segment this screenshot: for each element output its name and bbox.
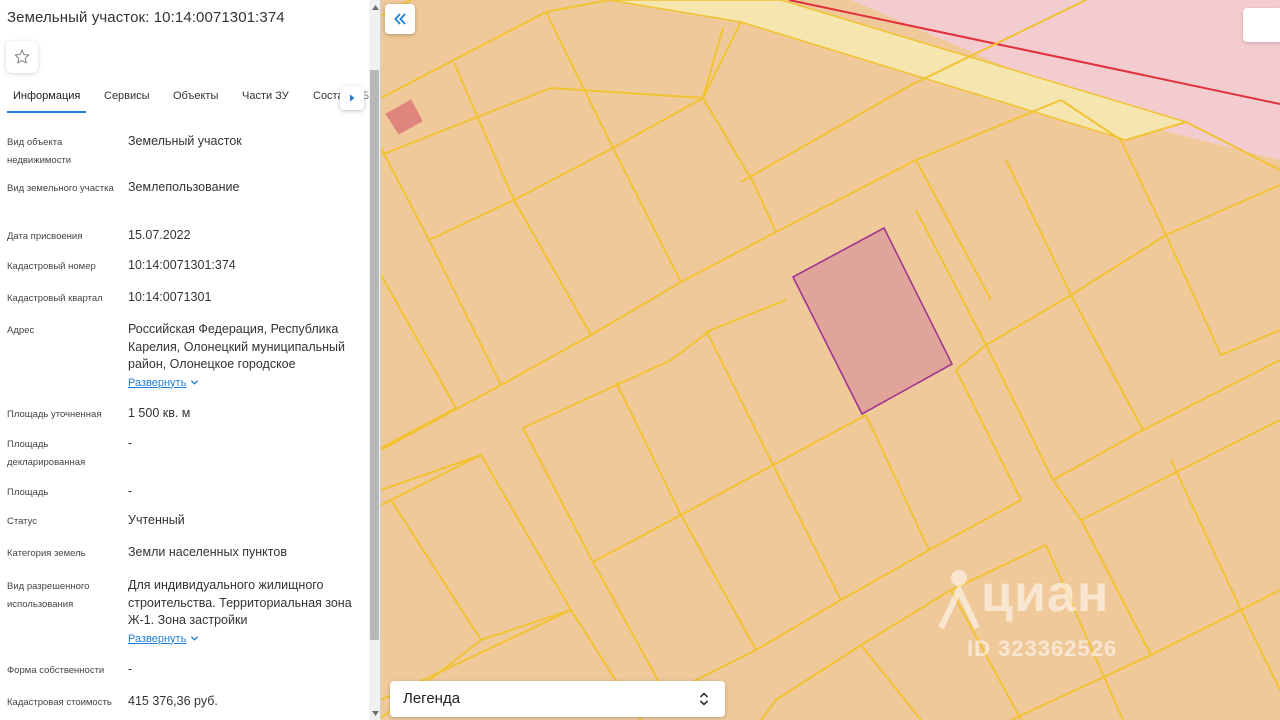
field-label: Статус	[7, 516, 38, 527]
field-value: -	[128, 662, 133, 676]
expand-label: Развернуть	[128, 632, 187, 645]
scroll-up-arrow-icon[interactable]	[369, 2, 380, 12]
field-label: Кадастровый номер	[7, 261, 96, 272]
collapse-panel-button[interactable]	[385, 4, 415, 34]
scrollbar-thumb[interactable]	[370, 70, 379, 640]
field-label: Дата присвоения	[7, 231, 83, 242]
watermark-brand: циан	[981, 565, 1110, 623]
field-value: 10:14:0071301	[128, 290, 212, 304]
field-label: Кадастровая стоимость	[7, 697, 112, 708]
active-tab-indicator	[7, 111, 86, 113]
legend-dropdown[interactable]: Легенда	[390, 681, 725, 717]
star-icon	[14, 49, 30, 64]
field-value: Российская Федерация, Республика Карелия…	[128, 322, 346, 371]
address-expand-link[interactable]: Развернуть	[128, 375, 360, 391]
field-value: -	[128, 436, 133, 450]
field-value: -	[128, 484, 133, 498]
field-value: Земли населенных пунктов	[128, 545, 287, 559]
chevron-down-icon	[191, 380, 199, 385]
tab-services[interactable]: Сервисы	[104, 90, 150, 102]
chevron-up-down-icon	[699, 692, 709, 706]
field-value: 1 500 кв. м	[128, 406, 191, 420]
field-label: Площадь уточненная	[7, 409, 102, 420]
expand-label: Развернуть	[128, 376, 187, 389]
tab-objects[interactable]: Объекты	[173, 90, 218, 102]
permitted-use-expand-link[interactable]: Развернуть	[128, 631, 360, 647]
field-label: Вид земельного участка	[7, 183, 114, 194]
tab-composition[interactable]: Соста	[313, 90, 344, 102]
tab-bar: Информация Сервисы Объекты Части ЗУ Сост…	[0, 86, 368, 114]
panel-scrollbar[interactable]	[369, 0, 380, 720]
tab-information[interactable]: Информация	[13, 90, 80, 102]
highlighted-small-parcel[interactable]	[385, 99, 423, 135]
field-value-block: Для индивидуального жилищного строительс…	[128, 577, 360, 647]
watermark-id: ID 323362526	[967, 636, 1118, 661]
chevron-down-icon	[191, 636, 199, 641]
cian-logo-icon	[938, 570, 980, 630]
legend-label: Легенда	[403, 690, 461, 707]
field-value: 415 376,36 руб.	[128, 694, 218, 708]
double-chevron-left-icon	[394, 13, 406, 25]
field-label: Площадь декларированная	[7, 439, 86, 468]
field-label: Вид разрешенного использования	[7, 581, 90, 610]
scroll-down-arrow-icon[interactable]	[369, 708, 380, 718]
selected-parcel[interactable]	[791, 226, 954, 416]
tabs-scroll-right-button[interactable]	[340, 86, 364, 110]
field-value: 15.07.2022	[128, 228, 191, 242]
watermark: циан ID 323362526	[937, 565, 1167, 666]
caret-right-icon	[350, 94, 355, 102]
page-title: Земельный участок: 10:14:0071301:374	[7, 9, 285, 26]
field-label: Адрес	[7, 325, 35, 336]
field-label: Кадастровый квартал	[7, 293, 103, 304]
field-label: Категория земель	[7, 548, 86, 559]
field-value: Для индивидуального жилищного строительс…	[128, 578, 352, 627]
field-value: Учтенный	[128, 513, 185, 527]
field-value-block: Российская Федерация, Республика Карелия…	[128, 321, 360, 391]
field-label: Форма собственности	[7, 665, 105, 676]
favorite-button[interactable]	[6, 41, 38, 73]
tab-parcel-parts[interactable]: Части ЗУ	[242, 90, 289, 102]
info-panel: Земельный участок: 10:14:0071301:374 Инф…	[0, 0, 381, 720]
cadastral-map[interactable]: циан ID 323362526 Легенда	[381, 0, 1280, 720]
field-value: Земельный участок	[128, 134, 242, 148]
field-value: Землепользование	[128, 180, 240, 194]
field-label: Площадь	[7, 487, 49, 498]
field-value: 10:14:0071301:374	[128, 258, 236, 272]
map-control-button[interactable]	[1243, 8, 1280, 42]
field-label: Вид объекта недвижимости	[7, 137, 72, 166]
